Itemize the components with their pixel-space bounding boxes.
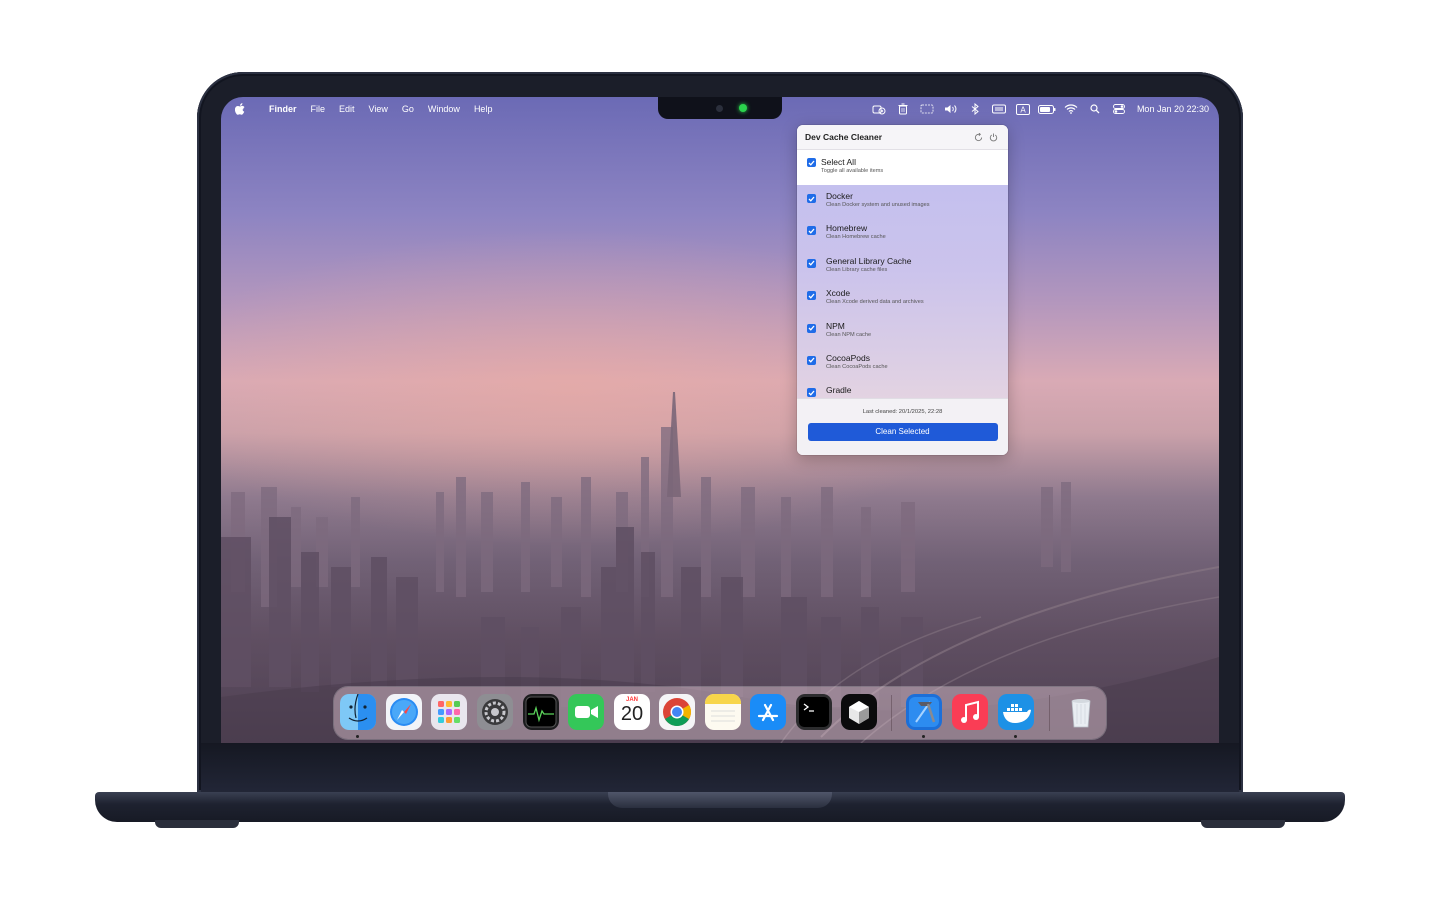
running-indicator [922, 735, 925, 738]
camera-indicator-light [739, 104, 747, 112]
popover-title: Dev Cache Cleaner [805, 132, 883, 142]
dock-app-store-icon[interactable] [750, 694, 786, 730]
cache-item-label: NPM [826, 320, 845, 331]
cache-item-docker[interactable]: Docker Clean Docker system and unused im… [797, 185, 1008, 217]
cache-item-subtitle: Clean Homebrew cache [826, 234, 886, 241]
apple-menu-icon[interactable] [235, 102, 247, 116]
popover-header: Dev Cache Cleaner [797, 125, 1008, 150]
dock-activity-monitor-icon[interactable] [523, 694, 559, 730]
volume-icon[interactable] [939, 97, 963, 121]
cache-item-subtitle: Clean Docker system and unused images [826, 202, 930, 208]
running-indicator [1014, 735, 1017, 738]
menu-edit[interactable]: Edit [339, 104, 355, 114]
cache-item-label: Xcode [826, 288, 851, 299]
dock-separator [891, 695, 892, 731]
general-library-checkbox[interactable] [807, 258, 816, 268]
trash-icon[interactable] [891, 97, 915, 121]
cache-item-subtitle: Clean Xcode derived data and archives [826, 299, 924, 306]
input-source-letter: A [1020, 105, 1026, 114]
spotlight-icon[interactable] [1083, 97, 1107, 121]
dev-cache-cleaner-icon[interactable] [867, 97, 891, 121]
menu-app-name[interactable]: Finder [269, 104, 297, 114]
laptop-chin [201, 743, 1239, 793]
gradle-checkbox[interactable] [807, 388, 816, 398]
camera-lens [716, 105, 723, 112]
cache-item-list[interactable]: Docker Clean Docker system and unused im… [797, 185, 1008, 398]
cache-item-label: Docker [826, 191, 853, 201]
menu-go[interactable]: Go [402, 104, 414, 114]
dock-cursor-icon[interactable] [841, 694, 877, 730]
screen-icon[interactable] [915, 97, 939, 121]
running-indicator [356, 735, 359, 738]
cache-item-label: General Library Cache [826, 255, 912, 266]
laptop-foot-right [1201, 820, 1285, 828]
input-source-icon[interactable]: A [1011, 97, 1035, 121]
select-all-subtitle: Toggle all available items [821, 168, 884, 174]
dock-calendar-icon[interactable]: JAN 20 [614, 694, 650, 730]
laptop-base-notch [608, 792, 832, 808]
cache-item-label: Gradle [826, 385, 852, 396]
dock-facetime-icon[interactable] [568, 694, 604, 730]
keyboard-icon[interactable] [987, 97, 1011, 121]
dock-docker-icon[interactable] [998, 694, 1034, 730]
cache-item-xcode[interactable]: Xcode Clean Xcode derived data and archi… [797, 282, 1008, 314]
docker-checkbox[interactable] [807, 194, 816, 203]
menu-window[interactable]: Window [428, 104, 460, 114]
dock-safari-icon[interactable] [386, 694, 422, 730]
cache-item-gradle[interactable]: Gradle [797, 379, 1008, 398]
npm-checkbox[interactable] [807, 323, 816, 333]
dev-cache-cleaner-popover: Dev Cache Cleaner Select All Toggle all … [797, 125, 1008, 455]
cache-item-label: Homebrew [826, 223, 868, 234]
dock: JAN 20 [334, 687, 1106, 739]
refresh-icon[interactable] [971, 130, 985, 144]
cache-item-general-library[interactable]: General Library Cache Clean Library cach… [797, 250, 1008, 282]
power-icon[interactable] [986, 130, 1000, 144]
laptop-foot-left [155, 820, 239, 828]
clean-selected-button[interactable]: Clean Selected [807, 423, 998, 441]
cache-item-subtitle: Clean CocoaPods cache [826, 363, 888, 370]
cache-item-homebrew[interactable]: Homebrew Clean Homebrew cache [797, 217, 1008, 249]
menu-help[interactable]: Help [474, 104, 493, 114]
dock-separator [1049, 695, 1050, 731]
cocoapods-checkbox[interactable] [807, 355, 816, 365]
select-all-label: Select All [821, 157, 856, 167]
wallpaper-city [221, 392, 1219, 743]
cache-item-npm[interactable]: NPM Clean NPM cache [797, 315, 1008, 347]
xcode-checkbox[interactable] [807, 291, 816, 301]
popover-footer: Last cleaned: 20/1/2025, 22:28 Clean Sel… [797, 398, 1008, 455]
dock-system-settings-icon[interactable] [477, 694, 513, 730]
select-all-checkbox[interactable] [807, 158, 816, 167]
dock-xcode-icon[interactable] [906, 694, 942, 730]
wifi-icon[interactable] [1059, 97, 1083, 121]
control-center-icon[interactable] [1107, 97, 1131, 121]
last-cleaned-text: Last cleaned: 20/1/2025, 22:28 [862, 409, 943, 415]
battery-icon[interactable] [1035, 97, 1059, 121]
menu-view[interactable]: View [369, 104, 388, 114]
dock-chrome-icon[interactable] [659, 694, 695, 730]
select-all-row[interactable]: Select All Toggle all available items [797, 150, 1008, 185]
cache-item-cocoapods[interactable]: CocoaPods Clean CocoaPods cache [797, 347, 1008, 379]
cache-item-subtitle: Clean NPM cache [826, 331, 872, 338]
dock-trash-icon[interactable] [1063, 694, 1099, 730]
dock-launchpad-icon[interactable] [431, 694, 467, 730]
dock-finder-icon[interactable] [340, 694, 376, 730]
homebrew-checkbox[interactable] [807, 226, 816, 236]
status-area: A Mon Jan 20 22:30 [867, 97, 1209, 121]
calendar-day: 20 [620, 703, 644, 725]
cache-item-label: CocoaPods [826, 352, 870, 363]
cache-item-subtitle: Clean Library cache files [826, 266, 888, 273]
menu-file[interactable]: File [311, 104, 326, 114]
bluetooth-icon[interactable] [963, 97, 987, 121]
desktop-screen: Finder File Edit View Go Window Help A M… [221, 97, 1219, 743]
dock-notes-icon[interactable] [705, 694, 741, 730]
menu-clock[interactable]: Mon Jan 20 22:30 [1137, 104, 1209, 114]
dock-terminal-icon[interactable] [796, 694, 832, 730]
dock-music-icon[interactable] [952, 694, 988, 730]
